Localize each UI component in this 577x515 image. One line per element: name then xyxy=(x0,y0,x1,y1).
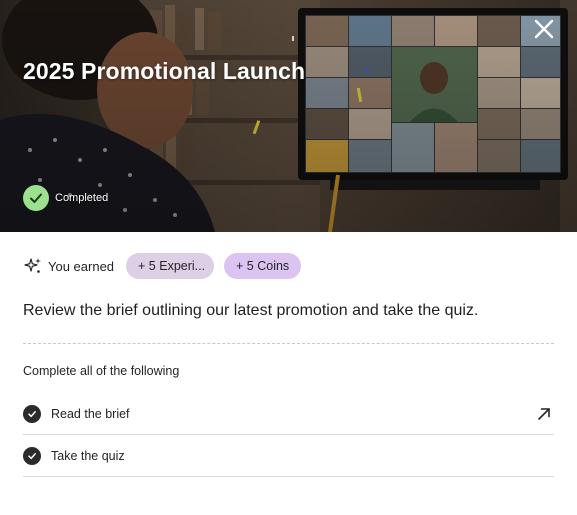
completed-check-icon xyxy=(23,446,41,465)
sparkle-icon xyxy=(24,258,41,273)
completed-check-icon xyxy=(23,404,41,423)
close-button[interactable] xyxy=(529,14,559,44)
hero-banner: 2025 Promotional Launch Completed xyxy=(0,0,577,232)
checklist-heading: Complete all of the following xyxy=(23,364,180,378)
experience-reward-badge: + 5 Experi... xyxy=(126,253,215,279)
rewards-row: You earned + 5 Experi... + 5 Coins xyxy=(23,253,311,279)
section-divider xyxy=(23,343,554,344)
activity-description: Review the brief outlining our latest pr… xyxy=(23,302,479,319)
task-read-the-brief[interactable]: Read the brief xyxy=(23,393,554,435)
activity-card: 2025 Promotional Launch Completed You ea… xyxy=(0,0,577,515)
coins-reward-badge: + 5 Coins xyxy=(224,253,302,279)
open-external-arrow-icon[interactable] xyxy=(536,406,552,422)
status-label: Completed xyxy=(55,192,109,204)
page-title: 2025 Promotional Launch xyxy=(23,58,306,84)
task-label: Take the quiz xyxy=(51,448,125,463)
task-take-the-quiz[interactable]: Take the quiz xyxy=(23,435,554,477)
close-icon xyxy=(534,19,554,39)
checkmark-circle-icon xyxy=(23,185,49,211)
you-earned-label: You earned xyxy=(48,258,115,274)
task-label: Read the brief xyxy=(51,406,130,421)
completion-status: Completed xyxy=(23,185,108,211)
